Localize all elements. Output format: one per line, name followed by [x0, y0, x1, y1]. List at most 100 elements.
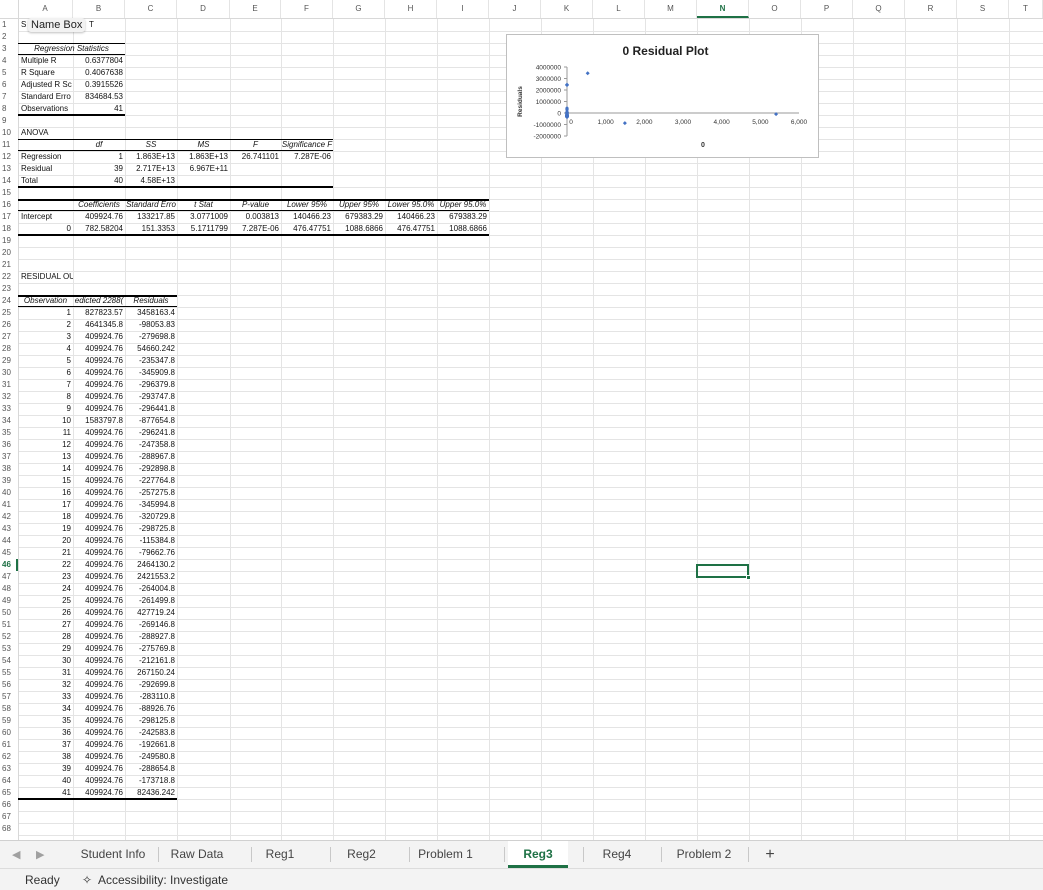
row-header-68[interactable]: 68 [0, 823, 18, 835]
row-header-38[interactable]: 38 [0, 463, 18, 475]
column-header-s[interactable]: S [957, 0, 1009, 18]
column-header-o[interactable]: O [749, 0, 801, 18]
column-header-m[interactable]: M [645, 0, 697, 18]
row-header-30[interactable]: 30 [0, 367, 18, 379]
row-header-25[interactable]: 25 [0, 307, 18, 319]
sheet-tab-student-info[interactable]: Student Info [78, 841, 148, 868]
row-header-57[interactable]: 57 [0, 691, 18, 703]
row-header-42[interactable]: 42 [0, 511, 18, 523]
row-header-6[interactable]: 6 [0, 79, 18, 91]
column-header-f[interactable]: F [281, 0, 333, 18]
row-header-47[interactable]: 47 [0, 571, 18, 583]
accessibility-status[interactable]: Accessibility: Investigate [98, 869, 228, 890]
row-header-17[interactable]: 17 [0, 211, 18, 223]
row-header-66[interactable]: 66 [0, 799, 18, 811]
column-header-l[interactable]: L [593, 0, 645, 18]
add-sheet-button[interactable]: + [758, 841, 782, 868]
sheet-tab-reg2[interactable]: Reg2 [334, 841, 389, 868]
row-header-50[interactable]: 50 [0, 607, 18, 619]
column-header-a[interactable]: A [18, 0, 73, 18]
row-header-12[interactable]: 12 [0, 151, 18, 163]
row-header-44[interactable]: 44 [0, 535, 18, 547]
column-header-i[interactable]: I [437, 0, 489, 18]
row-header-51[interactable]: 51 [0, 619, 18, 631]
row-header-13[interactable]: 13 [0, 163, 18, 175]
row-header-62[interactable]: 62 [0, 751, 18, 763]
row-header-37[interactable]: 37 [0, 451, 18, 463]
row-header-48[interactable]: 48 [0, 583, 18, 595]
sheet-tab-problem-2[interactable]: Problem 2 [665, 841, 743, 868]
row-header-7[interactable]: 7 [0, 91, 18, 103]
row-header-41[interactable]: 41 [0, 499, 18, 511]
row-header-21[interactable]: 21 [0, 259, 18, 271]
row-header-58[interactable]: 58 [0, 703, 18, 715]
column-header-t[interactable]: T [1009, 0, 1043, 18]
sheet-tab-problem-1[interactable]: Problem 1 [413, 841, 478, 868]
column-header-g[interactable]: G [333, 0, 385, 18]
prev-sheet-icon[interactable]: ◀ [12, 848, 20, 861]
row-header-18[interactable]: 18 [0, 223, 18, 235]
column-header-k[interactable]: K [541, 0, 593, 18]
row-header-26[interactable]: 26 [0, 319, 18, 331]
row-header-2[interactable]: 2 [0, 31, 18, 43]
row-header-27[interactable]: 27 [0, 331, 18, 343]
row-header-63[interactable]: 63 [0, 763, 18, 775]
column-header-p[interactable]: P [801, 0, 853, 18]
row-header-61[interactable]: 61 [0, 739, 18, 751]
row-header-60[interactable]: 60 [0, 727, 18, 739]
row-header-56[interactable]: 56 [0, 679, 18, 691]
row-header-5[interactable]: 5 [0, 67, 18, 79]
sheet-tab-reg3[interactable]: Reg3 [508, 841, 568, 868]
row-header-67[interactable]: 67 [0, 811, 18, 823]
row-header-4[interactable]: 4 [0, 55, 18, 67]
column-header-r[interactable]: R [905, 0, 957, 18]
column-header-e[interactable]: E [230, 0, 281, 18]
row-header-54[interactable]: 54 [0, 655, 18, 667]
row-header-14[interactable]: 14 [0, 175, 18, 187]
fill-handle[interactable] [746, 575, 751, 580]
column-header-b[interactable]: B [73, 0, 125, 18]
column-header-h[interactable]: H [385, 0, 437, 18]
row-header-64[interactable]: 64 [0, 775, 18, 787]
row-header-9[interactable]: 9 [0, 115, 18, 127]
row-header-35[interactable]: 35 [0, 427, 18, 439]
accessibility-icon[interactable]: ✧ [82, 869, 92, 890]
row-header-16[interactable]: 16 [0, 199, 18, 211]
sheet-tab-reg4[interactable]: Reg4 [587, 841, 647, 868]
row-header-15[interactable]: 15 [0, 187, 18, 199]
name-box[interactable]: Name Box [28, 18, 86, 32]
row-header-22[interactable]: 22 [0, 271, 18, 283]
row-header-52[interactable]: 52 [0, 631, 18, 643]
row-header-34[interactable]: 34 [0, 415, 18, 427]
row-header-1[interactable]: 1 [0, 19, 18, 31]
row-header-53[interactable]: 53 [0, 643, 18, 655]
row-header-31[interactable]: 31 [0, 379, 18, 391]
column-header-q[interactable]: Q [853, 0, 905, 18]
row-header-43[interactable]: 43 [0, 523, 18, 535]
row-header-3[interactable]: 3 [0, 43, 18, 55]
column-header-d[interactable]: D [177, 0, 230, 18]
next-sheet-icon[interactable]: ▶ [36, 848, 44, 861]
row-header-11[interactable]: 11 [0, 139, 18, 151]
row-header-28[interactable]: 28 [0, 343, 18, 355]
row-header-46[interactable]: 46 [0, 559, 18, 571]
row-header-45[interactable]: 45 [0, 547, 18, 559]
row-header-24[interactable]: 24 [0, 295, 18, 307]
row-header-8[interactable]: 8 [0, 103, 18, 115]
column-header-c[interactable]: C [125, 0, 177, 18]
sheet-tab-raw-data[interactable]: Raw Data [162, 841, 232, 868]
row-header-23[interactable]: 23 [0, 283, 18, 295]
row-header-32[interactable]: 32 [0, 391, 18, 403]
row-header-19[interactable]: 19 [0, 235, 18, 247]
row-header-59[interactable]: 59 [0, 715, 18, 727]
row-header-39[interactable]: 39 [0, 475, 18, 487]
row-header-36[interactable]: 36 [0, 439, 18, 451]
row-header-29[interactable]: 29 [0, 355, 18, 367]
sheet-tab-reg1[interactable]: Reg1 [255, 841, 305, 868]
column-header-n[interactable]: N [697, 0, 749, 18]
row-header-49[interactable]: 49 [0, 595, 18, 607]
column-header-j[interactable]: J [489, 0, 541, 18]
row-header-20[interactable]: 20 [0, 247, 18, 259]
row-header-55[interactable]: 55 [0, 667, 18, 679]
row-header-65[interactable]: 65 [0, 787, 18, 799]
